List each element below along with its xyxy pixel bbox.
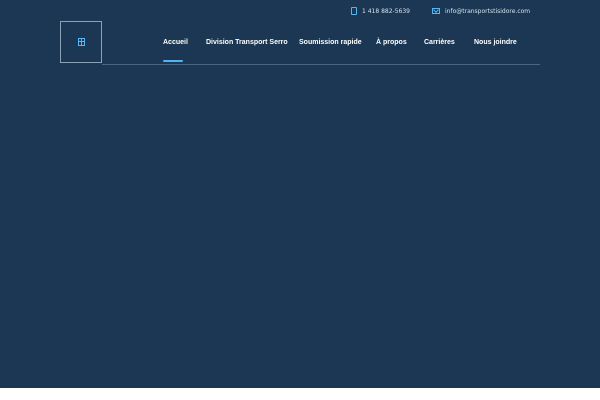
phone-icon	[351, 7, 357, 15]
nav-item-soumission-rapide[interactable]: Soumission rapide	[299, 39, 362, 46]
nav-item-division-transport-serro[interactable]: Division Transport Serro	[206, 39, 288, 46]
header-divider	[102, 64, 540, 65]
active-nav-indicator	[163, 60, 183, 62]
email-address[interactable]: info@transportstisidore.com	[445, 8, 530, 15]
email-contact[interactable]: info@transportstisidore.com	[432, 6, 530, 16]
nav-item-carrieres[interactable]: Carrières	[424, 39, 455, 46]
nav-item-nous-joindre[interactable]: Nous joindre	[474, 39, 517, 46]
phone-number[interactable]: 1 418 882-5639	[362, 8, 410, 15]
phone-contact[interactable]: 1 418 882-5639	[351, 6, 410, 16]
logo-icon	[77, 38, 85, 46]
bottom-strip	[0, 388, 600, 400]
nav-item-a-propos[interactable]: À propos	[376, 39, 407, 46]
site-logo[interactable]	[60, 21, 102, 63]
page-background: 1 418 882-5639 info@transportstisidore.c…	[0, 0, 600, 388]
nav-item-accueil[interactable]: Accueil	[163, 39, 188, 46]
mail-icon	[432, 8, 440, 14]
